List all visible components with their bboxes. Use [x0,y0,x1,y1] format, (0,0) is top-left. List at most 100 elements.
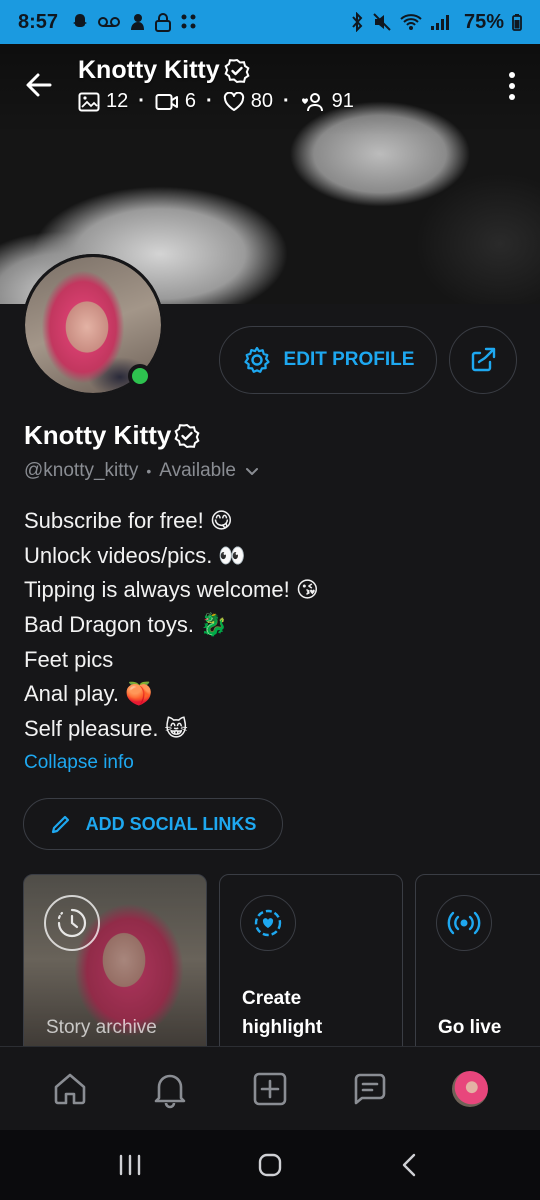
heart-circle-icon [254,909,282,937]
availability-status[interactable]: Available [159,460,236,482]
handle-separator: • [146,463,152,479]
header-bar: Knotty Kitty 12 · 6 · 80 · 91 [0,44,540,124]
system-nav-bar [0,1130,540,1200]
photo-icon [78,92,100,111]
nav-add-post[interactable] [240,1059,300,1119]
battery-icon [512,14,522,31]
bio-line: Anal play. 🍑 [24,681,153,707]
stat-photos[interactable]: 12 [78,90,128,113]
online-status-dot [128,364,152,388]
stat-fans[interactable]: 91 [300,90,354,113]
chevron-down-icon[interactable] [244,463,260,479]
stat-likes[interactable]: 80 [223,90,273,113]
battery-percent: 75% [463,10,504,33]
mute-icon [373,13,391,31]
bio-line: Feet pics [24,646,114,672]
signal-icon [430,15,449,30]
profile-avatar [452,1070,488,1107]
stat-separator: · [138,90,145,112]
archive-icon-wrap [44,895,100,951]
bio-line: Unlock videos/pics. 👀 [24,542,246,568]
share-icon [471,347,496,372]
bell-icon [154,1074,186,1108]
edit-profile-label: EDIT PROFILE [283,349,415,370]
stat-videos[interactable]: 6 [155,90,196,113]
create-highlight-line-1: Create [242,988,302,1009]
grid-dots-icon [181,14,196,29]
bottom-nav [0,1046,540,1130]
verified-badge-icon [224,58,250,83]
profile-name: Knotty Kitty [24,420,172,450]
home-icon [54,1073,86,1104]
status-bar: 8:57 75% [0,0,540,44]
wifi-icon [400,14,422,30]
recents-button[interactable] [100,1140,160,1190]
edit-profile-button[interactable]: EDIT PROFILE [219,326,437,394]
stat-videos-count: 6 [184,90,197,112]
heart-icon [223,91,244,111]
add-post-icon [253,1072,287,1105]
stat-photos-count: 12 [106,90,129,112]
create-highlight-label: Create highlight [242,984,322,1042]
share-profile-button[interactable] [449,326,517,394]
home-system-button[interactable] [240,1140,300,1190]
bio-line: Self pleasure. 😸 [24,716,188,742]
fans-icon [301,92,323,111]
nav-profile[interactable] [440,1059,500,1119]
recents-icon [119,1154,141,1176]
status-right-icons: 75% [350,11,522,34]
messages-icon [354,1073,386,1104]
home-circle-icon [258,1153,282,1177]
nav-home[interactable] [40,1059,100,1119]
nav-messages[interactable] [340,1059,400,1119]
status-time: 8:57 [18,10,59,33]
create-highlight-card[interactable]: Create highlight [219,874,403,1046]
status-left-icons [70,12,198,32]
bird-icon [131,14,145,30]
stat-fans-count: 91 [331,90,354,112]
collapse-info-link[interactable]: Collapse info [24,752,134,774]
video-icon [155,93,178,110]
story-archive-label: Story archive [46,1017,157,1038]
voicemail-icon [98,17,121,27]
back-chevron-icon [402,1153,416,1177]
go-live-label: Go live [438,1017,502,1038]
handle-row: @knotty_kitty • Available [24,460,260,482]
story-cards-row: Story archive Create highlight Go live [23,874,540,1046]
highlight-icon-wrap [240,895,296,951]
more-dot [509,72,515,78]
bio: Subscribe for free! 😋 Unlock videos/pics… [24,504,514,747]
bio-line: Tipping is always welcome! 😘 [24,577,319,603]
nav-notifications[interactable] [140,1059,200,1119]
back-system-button[interactable] [380,1140,440,1190]
more-options-button[interactable] [502,66,522,106]
back-arrow-icon [26,73,52,97]
header-title: Knotty Kitty [78,56,250,85]
add-social-links-button[interactable]: ADD SOCIAL LINKS [23,798,283,850]
bluetooth-icon [352,12,363,32]
story-archive-card[interactable]: Story archive [23,874,207,1046]
golive-icon-wrap [436,895,492,951]
display-name: Knotty Kitty [24,420,200,451]
create-highlight-line-2: highlight [242,1017,323,1038]
bio-line: Subscribe for free! 😋 [24,508,233,533]
more-dot [509,83,515,89]
archive-clock-icon [57,908,87,938]
stat-separator: · [206,90,213,112]
header-name: Knotty Kitty [78,56,220,84]
gear-icon [243,346,270,373]
more-dot [509,94,515,100]
pencil-icon [51,815,69,834]
bio-line: Bad Dragon toys. 🐉 [24,612,228,638]
broadcast-icon [447,911,481,935]
lock-icon [155,13,172,32]
verified-badge-icon [174,423,200,448]
go-live-card[interactable]: Go live [415,874,540,1046]
stat-likes-count: 80 [250,90,273,112]
snapchat-icon [73,14,88,27]
back-button[interactable] [22,68,56,102]
header-stats: 12 · 6 · 80 · 91 [78,90,354,113]
add-social-links-label: ADD SOCIAL LINKS [85,813,257,834]
stat-separator: · [282,90,290,112]
profile-handle: @knotty_kitty [24,460,139,481]
